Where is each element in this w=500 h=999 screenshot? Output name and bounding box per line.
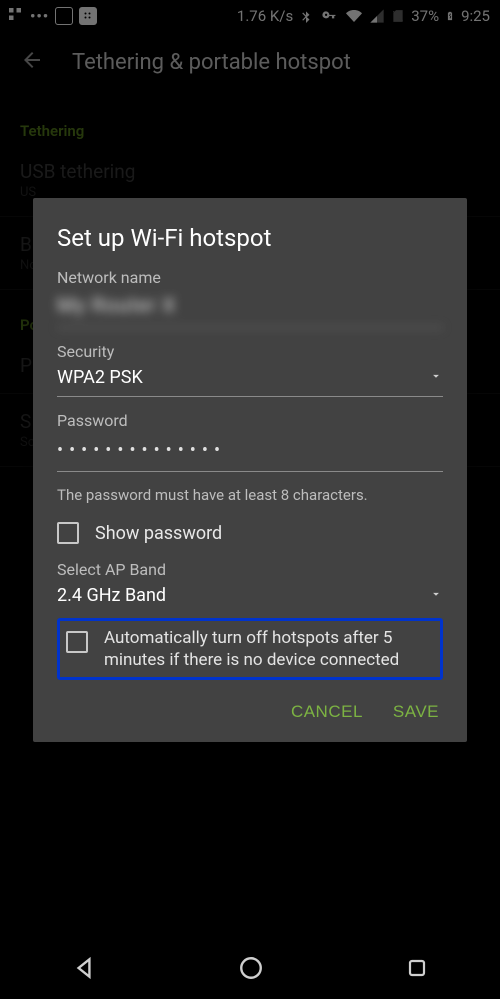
ap-band-label: Select AP Band	[57, 560, 443, 579]
save-button[interactable]: SAVE	[393, 702, 439, 722]
chevron-down-icon	[429, 585, 443, 606]
password-label: Password	[57, 411, 443, 430]
dialog-title: Set up Wi-Fi hotspot	[57, 224, 443, 252]
nav-home-icon[interactable]	[238, 955, 264, 985]
show-password-label: Show password	[95, 523, 222, 544]
security-label: Security	[57, 342, 443, 361]
show-password-row[interactable]: Show password	[57, 522, 443, 544]
network-name-input[interactable]: My Router X	[57, 287, 443, 328]
dialog-actions: CANCEL SAVE	[57, 694, 443, 728]
security-value: WPA2 PSK	[57, 367, 143, 388]
password-input[interactable]: ••••••••••••••	[57, 430, 443, 472]
auto-off-row[interactable]: Automatically turn off hotspots after 5 …	[57, 618, 443, 680]
auto-off-label: Automatically turn off hotspots after 5 …	[104, 627, 434, 671]
cancel-button[interactable]: CANCEL	[291, 702, 363, 722]
nav-recent-icon[interactable]	[405, 956, 429, 984]
ap-band-value: 2.4 GHz Band	[57, 585, 166, 606]
security-dropdown[interactable]: WPA2 PSK	[57, 361, 443, 397]
ap-band-dropdown[interactable]: 2.4 GHz Band	[57, 579, 443, 614]
chevron-down-icon	[429, 367, 443, 388]
show-password-checkbox[interactable]	[57, 522, 79, 544]
network-name-label: Network name	[57, 268, 443, 287]
password-hint: The password must have at least 8 charac…	[57, 486, 443, 504]
auto-off-checkbox[interactable]	[66, 631, 88, 653]
nav-back-icon[interactable]	[71, 955, 97, 985]
wifi-hotspot-dialog: Set up Wi-Fi hotspot Network name My Rou…	[33, 198, 467, 742]
android-navbar	[0, 941, 500, 999]
